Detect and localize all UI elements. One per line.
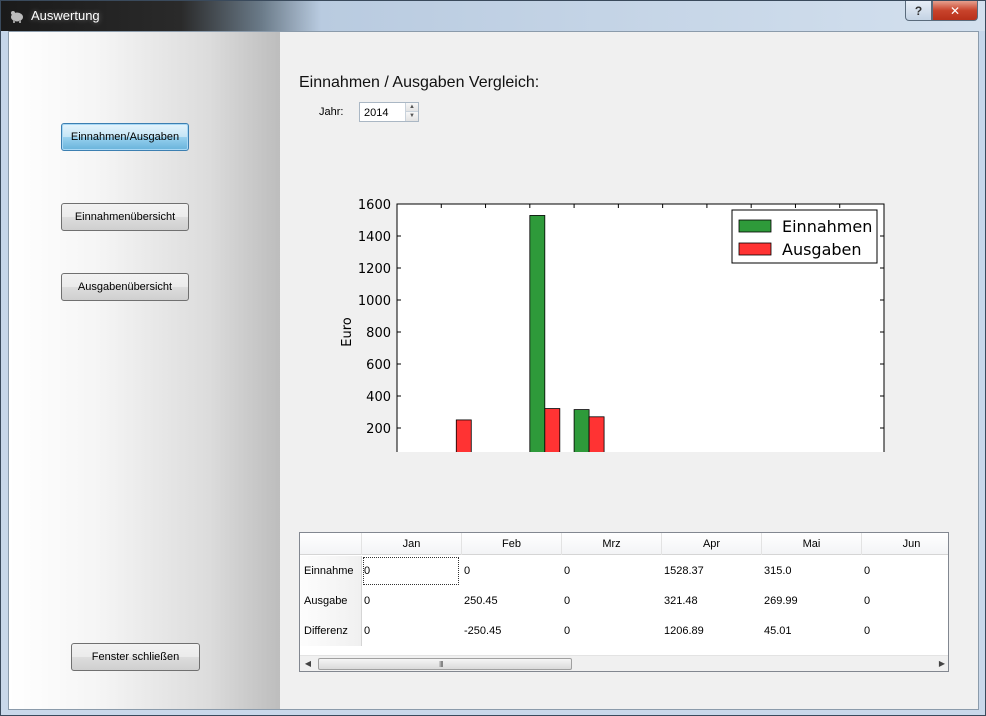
bar-ausgaben-feb	[455, 419, 472, 452]
column-header[interactable]: Apr	[662, 533, 762, 555]
table-cell[interactable]: 0	[362, 586, 460, 616]
table-cell[interactable]: 0	[862, 586, 948, 616]
table-cell[interactable]: 0	[362, 616, 460, 646]
einnahmenuebersicht-button[interactable]: Einnahmenübersicht	[61, 203, 189, 231]
bar-einnahmen-apr	[529, 215, 546, 452]
legend-label: Einnahmen	[782, 217, 872, 236]
y-tick-label: 600	[366, 358, 391, 373]
y-tick-label: 1000	[358, 294, 391, 309]
close-window-button[interactable]: ✕	[932, 1, 978, 21]
year-spinbox[interactable]: 2014 ▲ ▼	[359, 102, 419, 122]
app-window: Auswertung ? ✕ Einnahmen/Ausgaben Einnah…	[0, 0, 986, 716]
table-cell[interactable]: 0	[562, 556, 660, 586]
spin-down-icon[interactable]: ▼	[406, 112, 418, 121]
column-header[interactable]: Jun	[862, 533, 948, 555]
y-tick-label: 200	[366, 422, 391, 437]
y-axis-label: Euro	[340, 317, 355, 347]
table-header: Jan Feb Mrz Apr Mai Jun	[300, 533, 948, 555]
y-tick-label: 400	[366, 390, 391, 405]
column-header[interactable]: Jan	[362, 533, 462, 555]
table-cell[interactable]: 1528.37	[662, 556, 760, 586]
row-header[interactable]: Differenz	[300, 616, 362, 646]
sidebar: Einnahmen/Ausgaben Einnahmenübersicht Au…	[9, 32, 280, 709]
year-label: Jahr:	[319, 106, 344, 118]
page-title: Einnahmen / Ausgaben Vergleich:	[299, 74, 540, 91]
year-value[interactable]: 2014	[364, 107, 388, 119]
bar-chart: 02004006008001000120014001600JanFebMarAp…	[340, 198, 885, 452]
title-bar[interactable]: Auswertung ? ✕	[1, 1, 985, 31]
ausgabenuebersicht-button[interactable]: Ausgabenübersicht	[61, 273, 189, 301]
legend-label: Ausgaben	[782, 240, 862, 259]
bar-ausgaben-may	[588, 416, 605, 452]
close-dialog-button[interactable]: Fenster schließen	[71, 643, 200, 671]
scroll-right-icon[interactable]: ▶	[936, 658, 948, 670]
bar-einnahmen-may	[573, 409, 590, 452]
scrollbar-thumb[interactable]: III	[318, 658, 572, 670]
table-cell[interactable]: 1206.89	[662, 616, 760, 646]
scroll-left-icon[interactable]: ◀	[302, 658, 314, 670]
table-corner	[300, 533, 362, 555]
horizontal-scrollbar[interactable]: ◀ III ▶	[300, 655, 948, 671]
spin-up-icon[interactable]: ▲	[406, 103, 418, 112]
row-header[interactable]: Einnahme	[300, 556, 362, 586]
table-cell[interactable]: 45.01	[762, 616, 860, 646]
legend-swatch	[738, 219, 772, 233]
table-cell[interactable]: 269.99	[762, 586, 860, 616]
data-table[interactable]: Jan Feb Mrz Apr Mai Jun Einnahme 0 0 0 1…	[299, 532, 949, 672]
bar-ausgaben-apr	[544, 408, 561, 452]
column-header[interactable]: Mai	[762, 533, 862, 555]
table-cell[interactable]: 0	[562, 616, 660, 646]
table-cell[interactable]: 0	[862, 556, 948, 586]
column-header[interactable]: Feb	[462, 533, 562, 555]
y-tick-label: 1200	[358, 262, 391, 277]
row-header[interactable]: Ausgabe	[300, 586, 362, 616]
table-cell[interactable]: 0	[362, 556, 460, 586]
legend-swatch	[738, 242, 772, 256]
table-cell[interactable]: 0	[562, 586, 660, 616]
y-tick-label: 1600	[358, 198, 391, 213]
piggy-bank-icon	[11, 11, 23, 23]
y-tick-label: 800	[366, 326, 391, 341]
table-cell[interactable]: -250.45	[462, 616, 560, 646]
column-header[interactable]: Mrz	[562, 533, 662, 555]
window-content: Einnahmen/Ausgaben Einnahmenübersicht Au…	[8, 31, 979, 710]
scrollbar-grip-icon: III	[439, 660, 444, 669]
table-cell[interactable]: 250.45	[462, 586, 560, 616]
table-cell[interactable]: 321.48	[662, 586, 760, 616]
help-button[interactable]: ?	[905, 1, 932, 21]
table-cell[interactable]: 315.0	[762, 556, 860, 586]
table-cell[interactable]: 0	[862, 616, 948, 646]
y-tick-label: 1400	[358, 230, 391, 245]
year-spin-arrows: ▲ ▼	[405, 103, 418, 121]
window-title: Auswertung	[31, 8, 100, 23]
einnahmen-ausgaben-button[interactable]: Einnahmen/Ausgaben	[61, 123, 189, 151]
table-cell[interactable]: 0	[462, 556, 560, 586]
